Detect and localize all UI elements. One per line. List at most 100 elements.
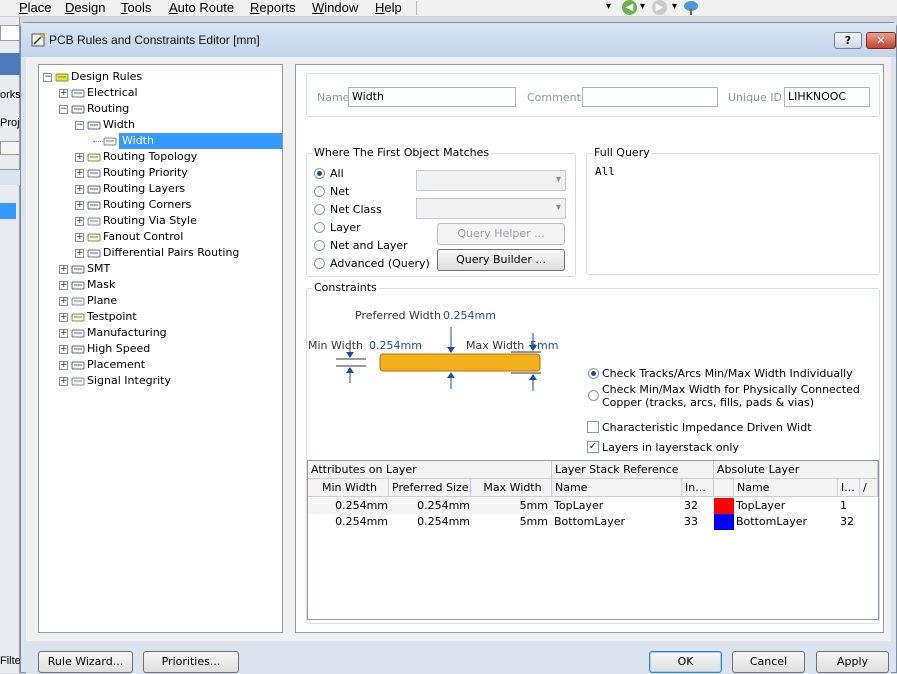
layerstack-checkbox[interactable]: ✓ <box>587 441 599 453</box>
tree-item[interactable]: + Mask <box>39 277 282 293</box>
forward-dropdown-icon[interactable]: ▾ <box>672 1 677 12</box>
tree-toggle-icon[interactable]: + <box>59 89 68 98</box>
net-class-combo[interactable] <box>416 198 566 219</box>
col-min-width[interactable]: Min Width <box>308 479 389 497</box>
col-layer-name[interactable]: Name <box>552 479 682 497</box>
tree-toggle-icon[interactable]: + <box>75 185 84 194</box>
where-option-radio[interactable] <box>314 222 325 233</box>
cell-preferred-size[interactable]: 0.254mm <box>389 514 470 530</box>
cell-min-width[interactable]: 0.254mm <box>308 514 388 530</box>
tree-item[interactable]: + Routing Via Style <box>39 213 282 229</box>
comment-field[interactable] <box>582 87 718 107</box>
menu-auto-route[interactable]: Auto Route <box>169 0 234 15</box>
dialog-titlebar[interactable]: PCB Rules and Constraints Editor [mm] ? … <box>21 23 896 57</box>
cell-layer-index[interactable]: 32 <box>684 498 714 514</box>
query-helper-button[interactable]: Query Helper ... <box>437 223 565 245</box>
cell-abs-name[interactable]: TopLayer <box>736 498 836 514</box>
layer-width-grid[interactable]: Attributes on Layer Layer Stack Referenc… <box>307 460 879 620</box>
rules-tree[interactable]: − Design Rules + Electrical − Routing − Width Wi… <box>38 64 283 633</box>
tree-toggle-icon[interactable]: + <box>59 329 68 338</box>
col-abs-name[interactable]: Name <box>734 479 838 497</box>
tree-item[interactable]: + Routing Layers <box>39 181 282 197</box>
tree-item[interactable]: − Width <box>39 117 282 133</box>
cell-min-width[interactable]: 0.254mm <box>308 498 388 514</box>
rule-wizard-button[interactable]: Rule Wizard... <box>38 651 133 673</box>
close-button[interactable]: ✕ <box>866 32 896 49</box>
unique-id-field[interactable]: LIHKNOOC <box>784 87 870 107</box>
name-field[interactable]: Width <box>348 87 516 107</box>
tree-item[interactable]: + Testpoint <box>39 309 282 325</box>
where-option-radio[interactable] <box>314 186 325 197</box>
tree-item[interactable]: + Routing Topology <box>39 149 282 165</box>
tree-toggle-icon[interactable]: − <box>75 121 84 130</box>
tree-toggle-icon[interactable]: + <box>75 153 84 162</box>
where-option-radio[interactable] <box>314 168 325 179</box>
tree-toggle-icon[interactable]: − <box>59 105 68 114</box>
tree-toggle-icon[interactable]: + <box>59 313 68 322</box>
tree-icon[interactable] <box>683 0 699 15</box>
col-abs-index[interactable]: I... <box>838 479 860 497</box>
forward-arrow-icon[interactable]: ▶ <box>652 0 667 15</box>
tree-item[interactable]: + High Speed <box>39 341 282 357</box>
tree-item[interactable]: + Routing Priority <box>39 165 282 181</box>
tree-toggle-icon[interactable]: + <box>59 265 68 274</box>
tree-item[interactable]: + Fanout Control <box>39 229 282 245</box>
tree-toggle-icon[interactable]: − <box>43 73 52 82</box>
cell-max-width[interactable]: 5mm <box>471 514 548 530</box>
menu-design[interactable]: Design <box>65 0 105 15</box>
tree-toggle-icon[interactable]: + <box>59 281 68 290</box>
cell-abs-index[interactable]: 32 <box>840 514 870 530</box>
tree-item[interactable]: + SMT <box>39 261 282 277</box>
net-combo[interactable] <box>416 170 566 191</box>
tree-item[interactable]: − Design Rules <box>39 69 282 85</box>
cell-layer-index[interactable]: 33 <box>684 514 714 530</box>
tree-item[interactable]: + Differential Pairs Routing <box>39 245 282 261</box>
priorities-button[interactable]: Priorities... <box>143 651 239 673</box>
where-option-radio[interactable] <box>314 240 325 251</box>
preferred-width-value[interactable]: 0.254mm <box>443 309 496 322</box>
where-option-radio[interactable] <box>314 204 325 215</box>
tree-item[interactable]: + Routing Corners <box>39 197 282 213</box>
menu-help[interactable]: Help <box>375 0 402 15</box>
back-arrow-icon[interactable]: ◀ <box>622 0 637 15</box>
col-layer-index[interactable]: In... <box>682 479 714 497</box>
tree-item[interactable]: − Routing <box>39 101 282 117</box>
tree-toggle-icon[interactable]: + <box>59 345 68 354</box>
menu-tools[interactable]: Tools <box>121 0 151 15</box>
col-max-width[interactable]: Max Width <box>471 479 552 497</box>
tree-item[interactable]: + Placement <box>39 357 282 373</box>
tree-toggle-icon[interactable]: + <box>59 377 68 386</box>
help-button[interactable]: ? <box>834 32 862 49</box>
tree-toggle-icon[interactable]: + <box>75 233 84 242</box>
tree-toggle-icon[interactable]: + <box>75 249 84 258</box>
col-sort-icon[interactable]: / <box>860 479 878 497</box>
cell-abs-name[interactable]: BottomLayer <box>736 514 836 530</box>
cell-layer-name[interactable]: TopLayer <box>554 498 680 514</box>
tree-item[interactable]: + Signal Integrity <box>39 373 282 389</box>
tree-item[interactable]: + Plane <box>39 293 282 309</box>
tree-toggle-icon[interactable]: + <box>75 201 84 210</box>
where-option-radio[interactable] <box>314 258 325 269</box>
back-dropdown-icon[interactable]: ▾ <box>640 1 645 12</box>
cell-preferred-size[interactable]: 0.254mm <box>389 498 470 514</box>
check-connected-radio[interactable] <box>588 390 599 401</box>
tree-toggle-icon[interactable]: + <box>59 297 68 306</box>
tree-toggle-icon[interactable]: + <box>75 217 84 226</box>
cell-max-width[interactable]: 5mm <box>471 498 548 514</box>
col-preferred-size[interactable]: Preferred Size <box>389 479 471 497</box>
dropdown-arrow-icon[interactable]: ▾ <box>606 1 611 12</box>
full-query-text[interactable]: All <box>595 165 615 178</box>
tree-item[interactable]: Width <box>39 133 282 149</box>
cell-abs-index[interactable]: 1 <box>840 498 870 514</box>
menu-window[interactable]: Window <box>312 0 358 15</box>
strip-toolbar-button[interactable] <box>0 25 20 41</box>
ok-button[interactable]: OK <box>649 651 722 673</box>
query-builder-button[interactable]: Query Builder ... <box>437 249 565 271</box>
apply-button[interactable]: Apply <box>816 651 889 673</box>
tree-item[interactable]: + Manufacturing <box>39 325 282 341</box>
tree-item[interactable]: + Electrical <box>39 85 282 101</box>
cancel-button[interactable]: Cancel <box>732 651 805 673</box>
impedance-checkbox[interactable] <box>587 421 599 433</box>
menu-place[interactable]: Place <box>19 0 52 15</box>
menu-reports[interactable]: Reports <box>250 0 296 15</box>
